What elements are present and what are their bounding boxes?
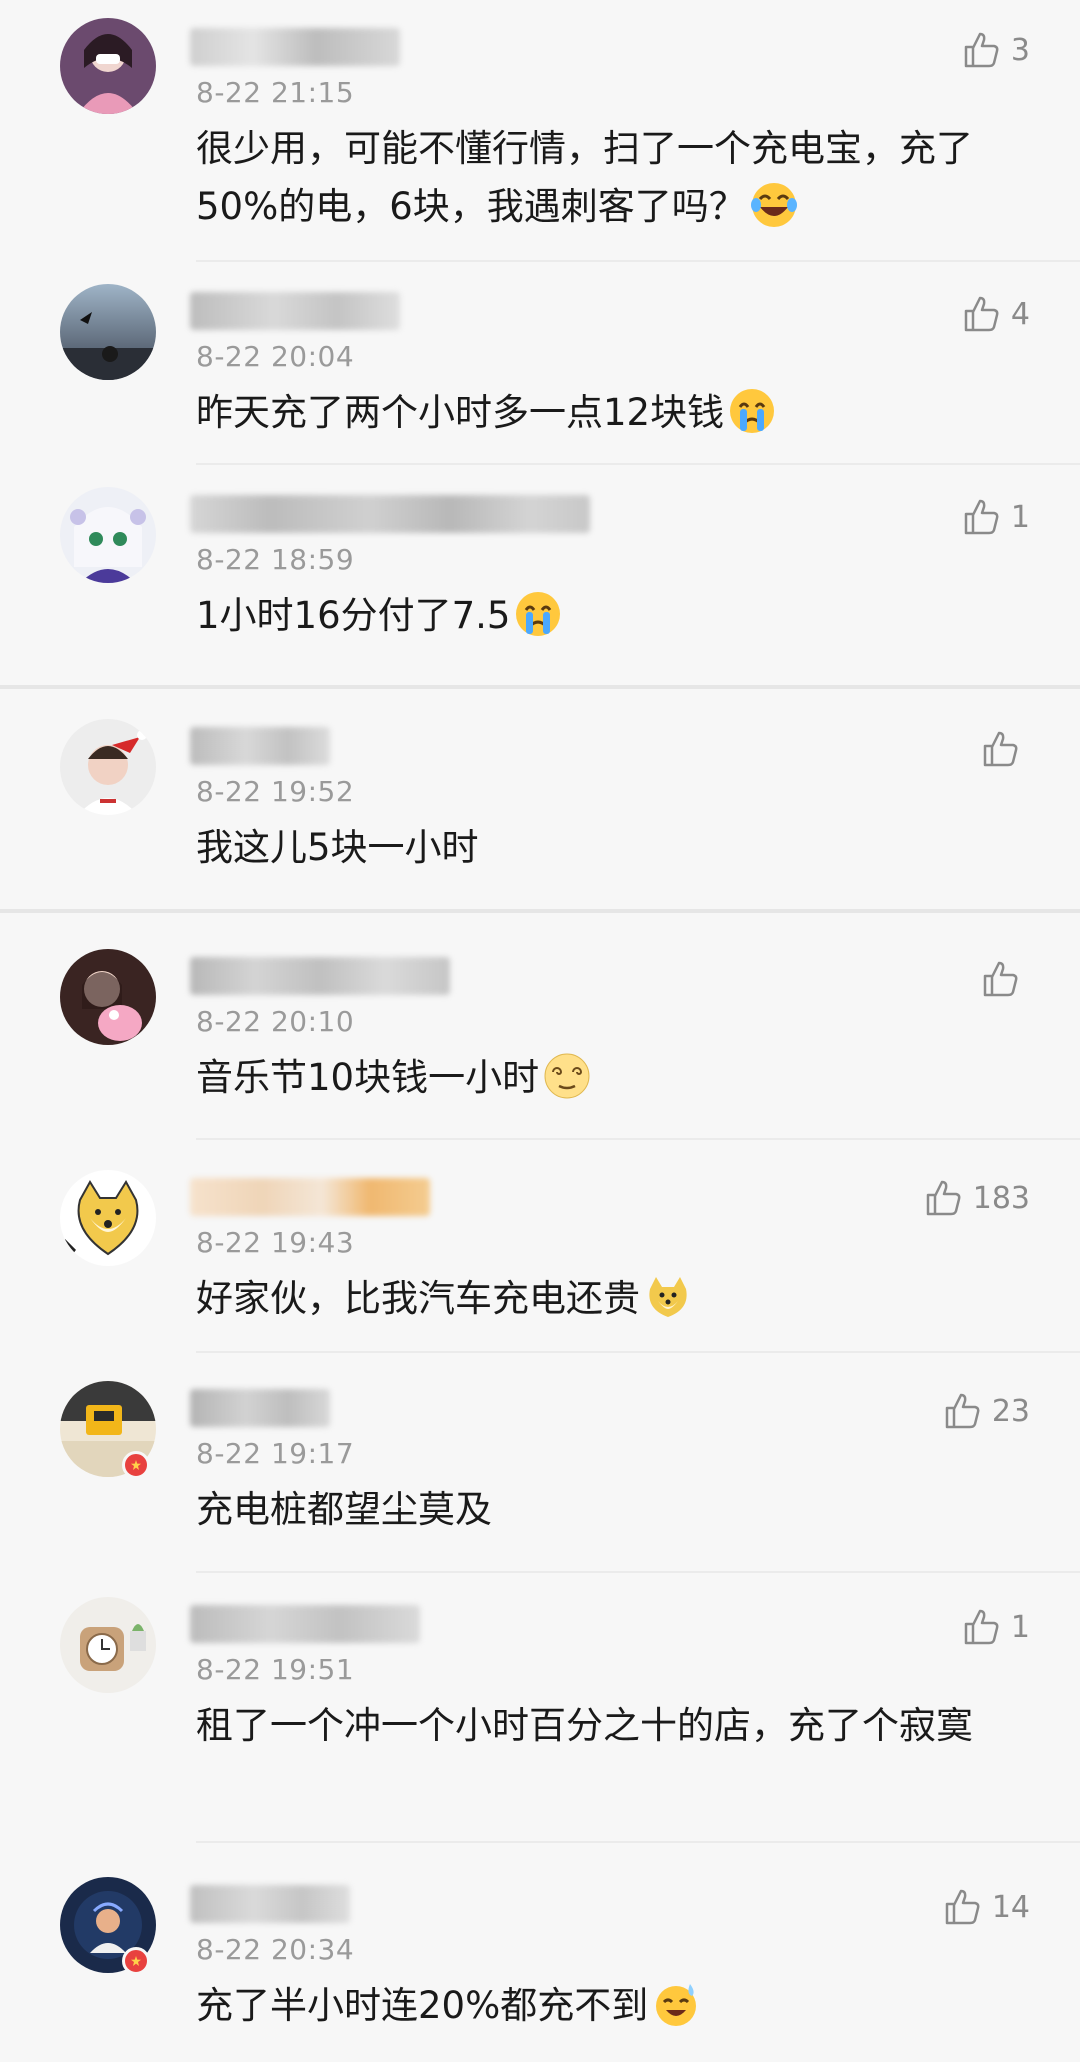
username-blurred[interactable] [190,28,400,66]
like-button[interactable] [980,729,1030,769]
comment-text-content: 充了半小时连20%都充不到 [196,1984,649,2027]
like-count: 23 [991,1393,1030,1429]
username-blurred[interactable] [190,1389,330,1427]
username-blurred[interactable] [190,495,590,533]
comment-time: 8-22 19:51 [196,1653,355,1686]
comment-item[interactable]: 8-22 19:51 租了一个冲一个小时百分之十的店，充了个寂寞 1 [0,1573,1080,1843]
comment-text-content: 好家伙，比我汽车充电还贵 [196,1277,640,1320]
thumbs-up-icon [945,1393,980,1429]
comment-item[interactable]: 8-22 20:34 充了半小时连20%都充不到 14 [0,1843,1080,2062]
comment-time: 8-22 21:15 [196,76,355,109]
comment-text: 好家伙，比我汽车充电还贵 [196,1270,1016,1328]
comment-item[interactable]: 8-22 18:59 1小时16分付了7.5 1 [0,465,1080,685]
comment-text: 充了半小时连20%都充不到 [196,1977,1016,2035]
avatar[interactable] [60,1170,156,1266]
comment-time: 8-22 20:34 [196,1933,355,1966]
username-blurred[interactable] [190,1885,350,1923]
comment-item[interactable]: 8-22 19:52 我这儿5块一小时 [0,689,1080,909]
crying-emoji-icon [730,389,775,433]
like-button[interactable]: 3 [961,30,1030,70]
comment-text-content: 我这儿5块一小时 [196,826,479,869]
comment-text-content: 很少用，可能不懂行情，扫了一个充电宝，充了50%的电，6块，我遇刺客了吗？ [196,127,973,228]
comment-time: 8-22 20:04 [196,340,355,373]
comment-text-content: 昨天充了两个小时多一点12块钱 [196,391,725,434]
crying-emoji-icon [516,592,561,636]
comment-text-content: 充电桩都望尘莫及 [196,1488,492,1531]
like-count: 14 [991,1889,1030,1925]
comment-time: 8-22 18:59 [196,543,355,576]
thumbs-up-icon [945,1889,980,1925]
like-count: 1 [1010,1609,1030,1645]
avatar[interactable] [60,284,156,380]
like-count: 1 [1010,499,1030,535]
comment-text: 我这儿5块一小时 [196,819,1016,877]
doge-emoji-icon [649,1277,687,1317]
like-button[interactable]: 1 [961,497,1030,537]
verified-badge-icon [122,1451,150,1479]
thumbs-up-icon [983,731,1018,767]
comment-text: 很少用，可能不懂行情，扫了一个充电宝，充了50%的电，6块，我遇刺客了吗？ [196,120,1016,236]
username-blurred[interactable] [190,1178,430,1216]
thumbs-up-icon [964,1609,999,1645]
avatar[interactable] [60,1597,156,1693]
username-blurred[interactable] [190,957,450,995]
like-button[interactable]: 23 [942,1391,1030,1431]
username-blurred[interactable] [190,292,400,330]
laugh-cry-emoji-icon [750,183,797,227]
comment-time: 8-22 19:17 [196,1437,355,1470]
username-blurred[interactable] [190,1605,420,1643]
verified-badge-icon [122,1947,150,1975]
comment-text: 1小时16分付了7.5 [196,587,1016,645]
like-button[interactable]: 183 [923,1178,1030,1218]
comment-item[interactable]: 8-22 21:15 很少用，可能不懂行情，扫了一个充电宝，充了50%的电，6块… [0,0,1080,262]
avatar[interactable] [60,18,156,114]
thumbs-up-icon [964,32,999,68]
comment-item[interactable]: 8-22 19:43 好家伙，比我汽车充电还贵 183 [0,1140,1080,1353]
like-count: 183 [972,1180,1030,1216]
thumbs-up-icon [964,499,999,535]
username-blurred[interactable] [190,727,330,765]
comment-item[interactable]: 8-22 20:04 昨天充了两个小时多一点12块钱 4 [0,262,1080,465]
comment-text-content: 租了一个冲一个小时百分之十的店，充了个寂寞 [196,1704,973,1747]
like-button[interactable] [980,959,1030,999]
thumbs-up-icon [964,296,999,332]
comment-text-content: 音乐节10块钱一小时 [196,1056,540,1099]
thumbs-up-icon [983,961,1018,997]
comment-item[interactable]: 8-22 20:10 音乐节10块钱一小时 [0,913,1080,1140]
like-count: 3 [1010,32,1030,68]
avatar[interactable] [60,487,156,583]
like-button[interactable]: 4 [961,294,1030,334]
avatar[interactable] [60,719,156,815]
comment-text: 充电桩都望尘莫及 [196,1481,1016,1539]
comment-text: 昨天充了两个小时多一点12块钱 [196,384,1016,442]
sweat-smile-emoji-icon [656,1984,697,2026]
comment-time: 8-22 19:43 [196,1226,355,1259]
avatar[interactable] [60,949,156,1045]
comment-text: 租了一个冲一个小时百分之十的店，充了个寂寞 [196,1697,1016,1755]
like-count: 4 [1010,296,1030,332]
comment-time: 8-22 20:10 [196,1005,355,1038]
comment-text-content: 1小时16分付了7.5 [196,594,511,637]
comment-item[interactable]: 8-22 19:17 充电桩都望尘莫及 23 [0,1353,1080,1573]
thumbs-up-icon [926,1180,961,1216]
comment-text: 音乐节10块钱一小时 [196,1049,1016,1107]
comment-time: 8-22 19:52 [196,775,355,808]
dizzy-emoji-icon [544,1053,590,1099]
like-button[interactable]: 14 [942,1887,1030,1927]
like-button[interactable]: 1 [961,1607,1030,1647]
